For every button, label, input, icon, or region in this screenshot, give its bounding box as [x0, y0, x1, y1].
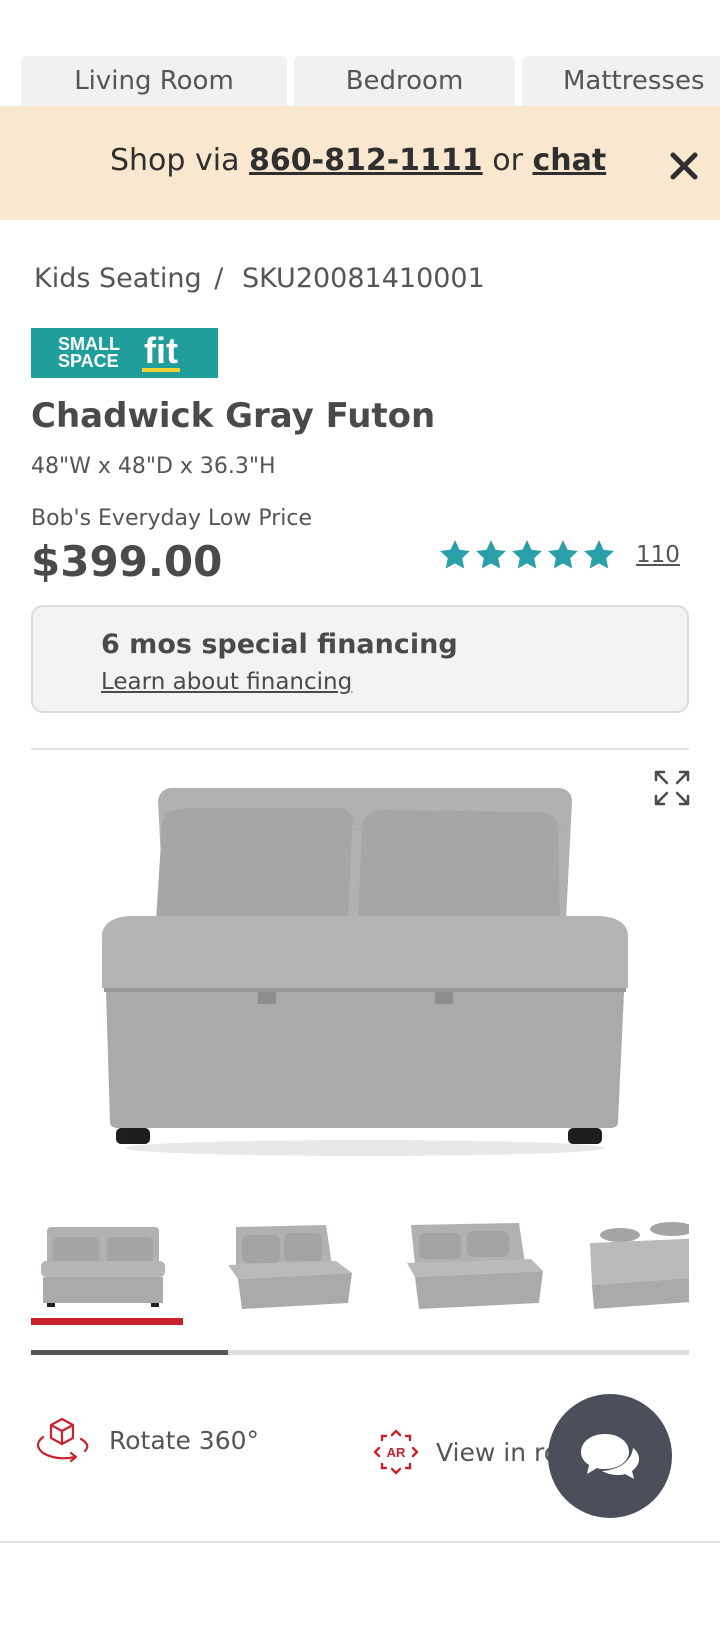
section-divider: [0, 1541, 720, 1543]
tab-mattresses[interactable]: Mattresses: [522, 56, 720, 106]
divider: [31, 748, 689, 750]
breadcrumb-sku: SKU20081410001: [241, 263, 485, 294]
ar-icon: AR: [373, 1429, 419, 1475]
small-space-fit-badge: SMALL SPACE fit: [31, 328, 218, 378]
rotate-360-icon: [36, 1417, 89, 1463]
category-tabs: Living Room Bedroom Mattresses: [21, 56, 720, 106]
rotate-360-button[interactable]: Rotate 360°: [31, 1415, 259, 1465]
star-icon: [548, 540, 578, 569]
badge-fit: fit: [142, 330, 180, 372]
product-title: Chadwick Gray Futon: [31, 396, 436, 436]
thumbnail-front[interactable]: [31, 1215, 183, 1325]
badge-line2: SPACE: [58, 351, 119, 371]
expand-icon[interactable]: [652, 768, 692, 808]
rotate-360-label: Rotate 360°: [109, 1425, 260, 1455]
badge-label: SMALL SPACE: [58, 335, 138, 371]
phone-link[interactable]: 860-812-1111: [249, 143, 483, 178]
breadcrumb: Kids Seating / SKU20081410001: [34, 263, 485, 294]
review-count-link[interactable]: 110: [636, 542, 680, 568]
promo-banner: Shop via 860-812-1111 or chat: [0, 106, 720, 220]
chat-link[interactable]: chat: [532, 143, 606, 178]
thumbnail-strip: [31, 1215, 689, 1325]
product-dimensions: 48"W x 48"D x 36.3"H: [31, 454, 276, 479]
breadcrumb-category[interactable]: Kids Seating: [34, 263, 202, 294]
gallery-scroll-progress-fill: [31, 1350, 229, 1355]
chat-bubbles-icon: [581, 1434, 639, 1479]
price-label: Bob's Everyday Low Price: [31, 506, 312, 531]
gallery-scroll-progress: [31, 1350, 689, 1355]
thumbnail-angle[interactable]: [216, 1215, 361, 1325]
rating[interactable]: 110: [438, 538, 680, 572]
chat-button[interactable]: [548, 1394, 672, 1518]
tab-bedroom[interactable]: Bedroom: [294, 56, 515, 106]
financing-box: 6 mos special financing Learn about fina…: [31, 605, 689, 713]
star-icon: [584, 540, 614, 569]
product-main-image[interactable]: [90, 770, 640, 1170]
close-icon[interactable]: [664, 146, 704, 186]
star-icon: [476, 540, 506, 569]
promo-text: Shop via 860-812-1111 or chat: [110, 143, 606, 178]
financing-link[interactable]: Learn about financing: [101, 669, 352, 695]
star-icon: [440, 540, 470, 569]
view-in-room-button[interactable]: AR View in room: [372, 1428, 572, 1476]
star-icon: [512, 540, 542, 569]
financing-title: 6 mos special financing: [101, 629, 458, 660]
tab-living-room[interactable]: Living Room: [21, 56, 287, 106]
breadcrumb-separator: /: [214, 263, 224, 294]
promo-prefix: Shop via: [110, 143, 240, 178]
product-price: $399.00: [31, 537, 223, 586]
ar-text: AR: [387, 1445, 406, 1460]
thumbnail-bed-open[interactable]: [586, 1215, 689, 1325]
thumbnail-angle-right[interactable]: [401, 1215, 546, 1325]
promo-middle: or: [492, 143, 523, 178]
